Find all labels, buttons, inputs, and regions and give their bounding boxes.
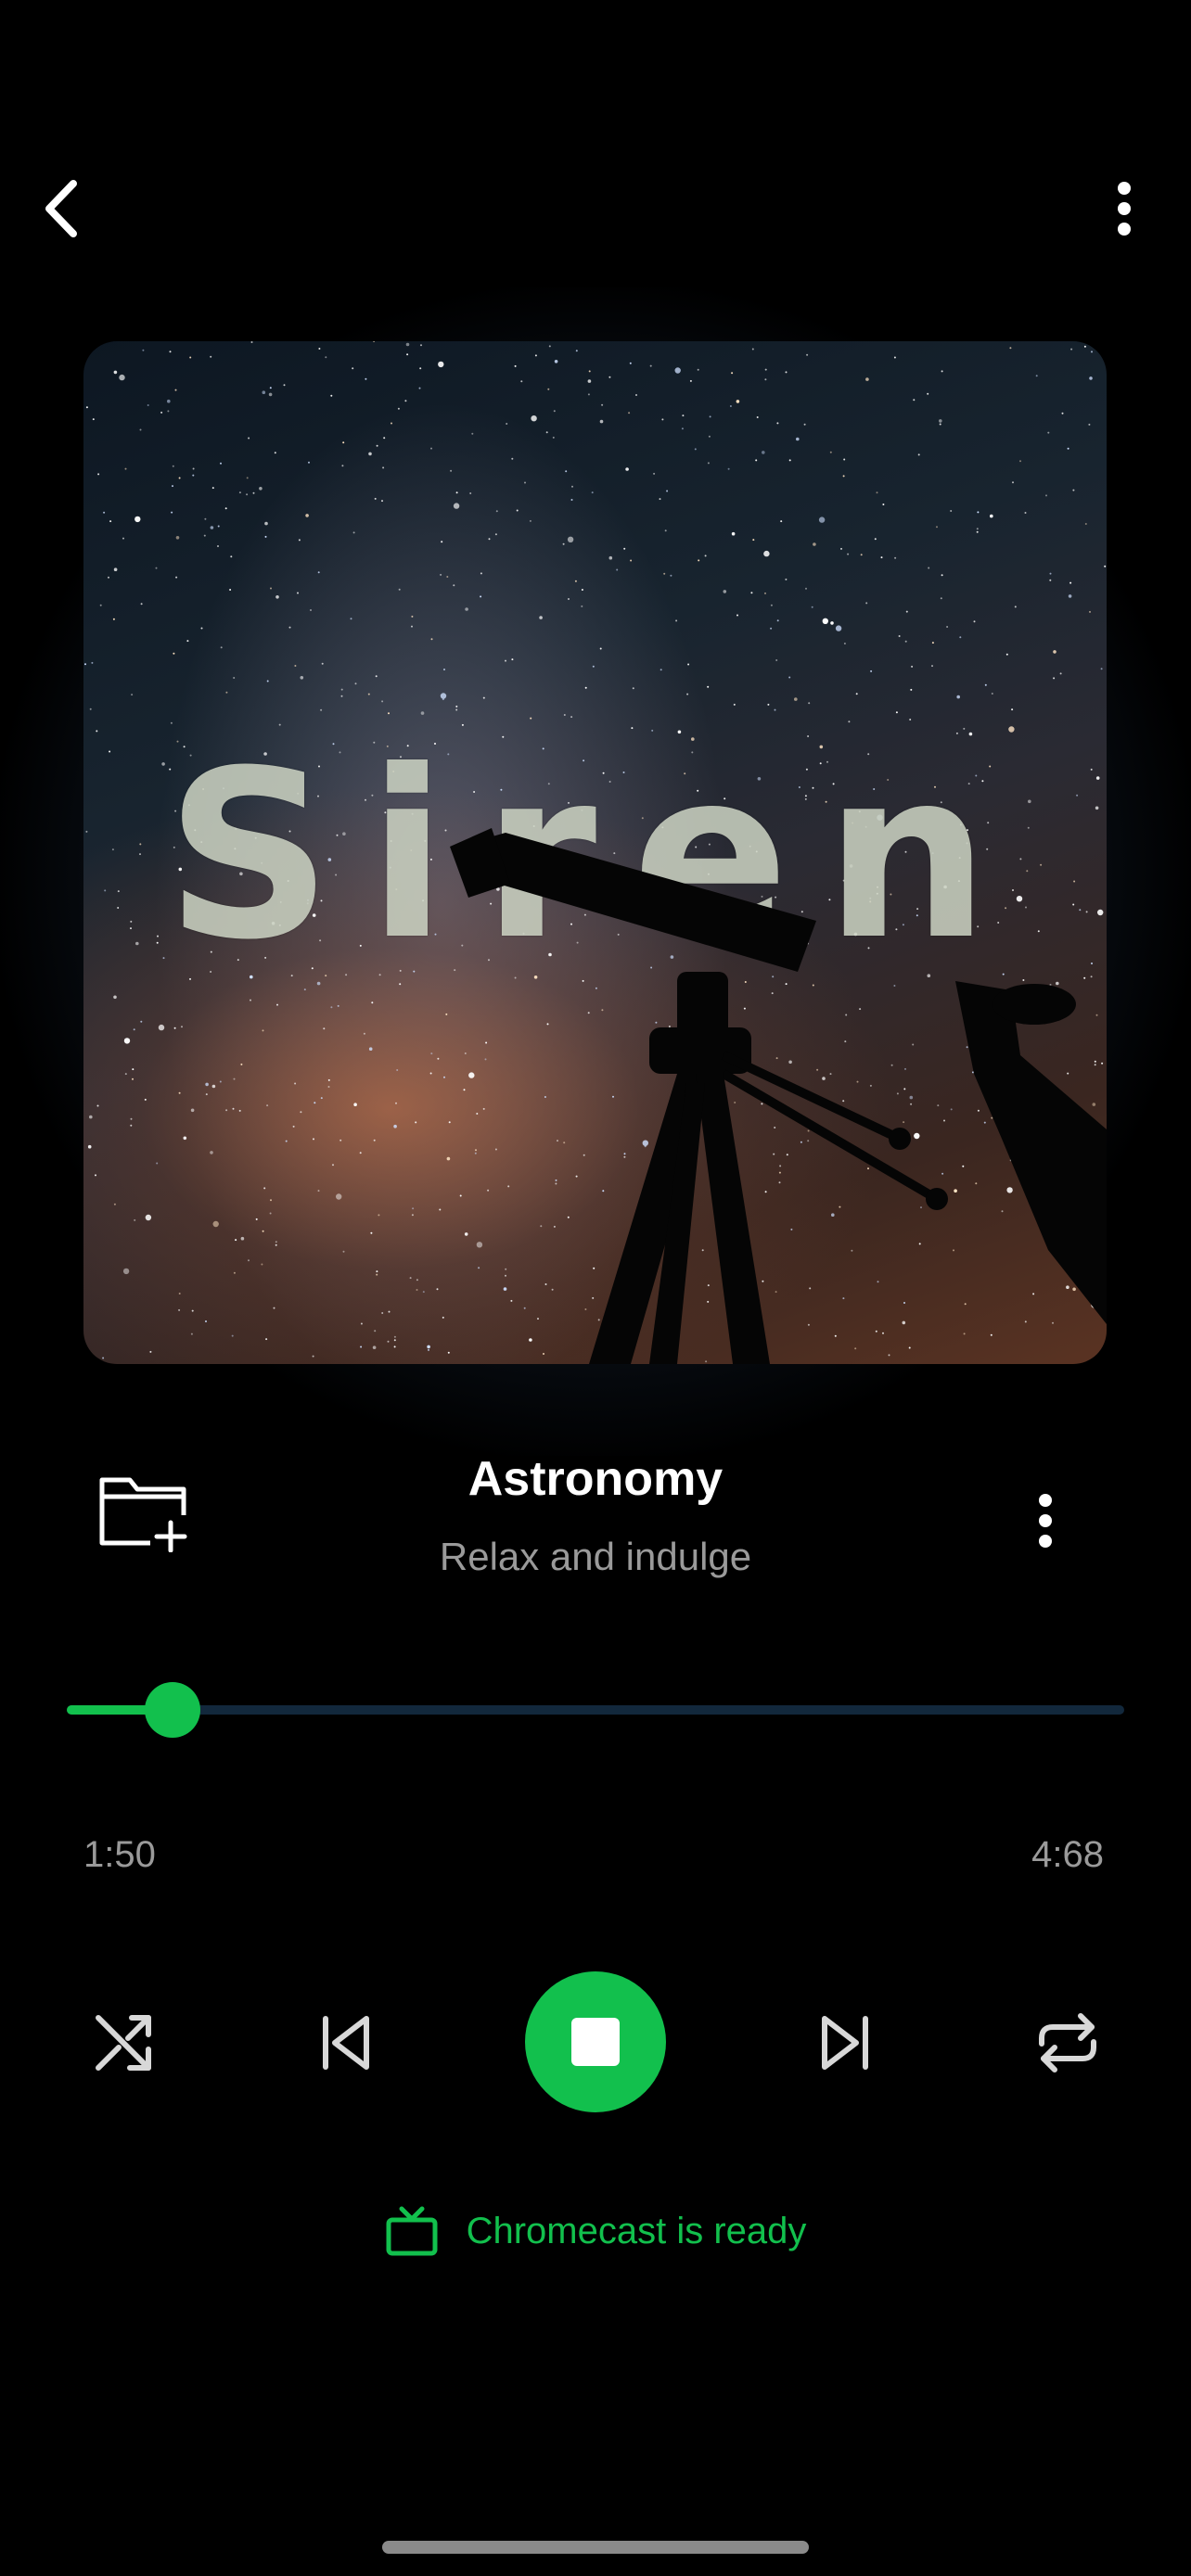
shuffle-icon: [96, 2015, 151, 2071]
elapsed-time: 1:50: [83, 1834, 156, 1875]
skip-next-icon: [822, 2016, 868, 2070]
telescope-silhouette: [450, 828, 1107, 1364]
chromecast-status[interactable]: Chromecast is ready: [0, 2205, 1191, 2257]
stop-icon: [571, 2018, 620, 2066]
shuffle-button[interactable]: [82, 2001, 165, 2085]
album-art: Siren: [83, 341, 1107, 1364]
stop-button[interactable]: [525, 1971, 666, 2112]
track-more-button[interactable]: [1020, 1484, 1070, 1558]
progress-slider[interactable]: [67, 1705, 1124, 1715]
repeat-icon: [1039, 2013, 1096, 2072]
skip-previous-icon: [323, 2016, 369, 2070]
tv-icon: [386, 2206, 438, 2256]
previous-button[interactable]: [304, 2001, 388, 2085]
back-button[interactable]: [20, 167, 104, 250]
repeat-button[interactable]: [1026, 2001, 1109, 2085]
next-button[interactable]: [803, 2001, 887, 2085]
top-more-button[interactable]: [1082, 167, 1166, 250]
more-vertical-icon: [1039, 1494, 1052, 1548]
track-title: Astronomy: [467, 1452, 724, 1506]
chromecast-label: Chromecast is ready: [466, 2210, 807, 2251]
home-indicator[interactable]: [382, 2541, 809, 2554]
more-vertical-icon: [1118, 182, 1131, 236]
track-subtitle: Relax and indulge: [439, 1535, 752, 1578]
chevron-left-icon: [45, 180, 77, 237]
total-time: 4:68: [1031, 1834, 1104, 1875]
progress-thumb[interactable]: [145, 1682, 200, 1738]
